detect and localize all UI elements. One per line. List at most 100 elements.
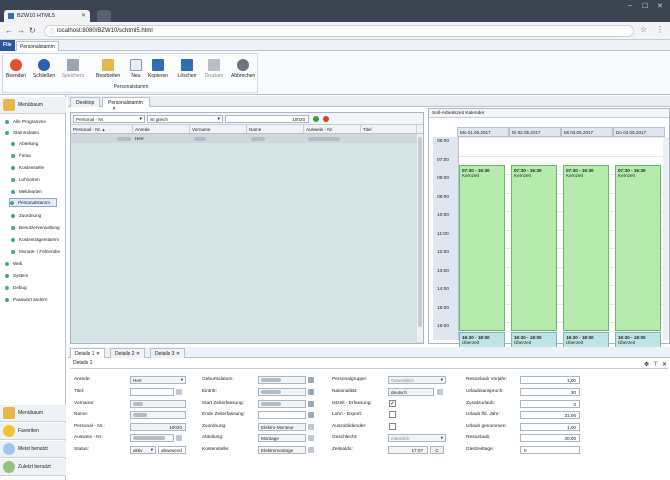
url-input[interactable]: ⓘ localhost:8080/BZW10/schtml5.html [44, 25, 634, 37]
grid-scrollbar-thumb[interactable] [418, 137, 422, 327]
geburtsdatum-input[interactable] [258, 376, 306, 384]
eintritt-input[interactable] [258, 388, 306, 396]
pin-icon[interactable]: ⊤ [653, 361, 658, 368]
calendar-scrollbar[interactable] [663, 137, 669, 340]
footer-menu-tree[interactable]: Menübaum [0, 405, 66, 422]
urlaub-field[interactable]: 0 [520, 446, 580, 454]
search-icon[interactable] [308, 435, 314, 441]
name-input[interactable] [130, 411, 186, 419]
close-icon[interactable]: ✕ [81, 12, 86, 19]
ende-zeiterfassung-input[interactable] [258, 411, 306, 419]
forward-icon[interactable]: → [17, 26, 25, 35]
remove-filter-icon[interactable] [323, 116, 329, 122]
footer-favoriten[interactable]: Favoriten [0, 423, 66, 440]
nav-monats-fehleruebersicht[interactable]: Monats- / Fehlerübe [11, 247, 60, 256]
urlaub-field[interactable]: 1,00 [520, 423, 580, 431]
nav-benutzerverwaltung[interactable]: Benutzerverwaltung [11, 223, 60, 232]
loeschen-button[interactable]: Löschen [175, 59, 199, 79]
speichern-button[interactable]: Speichern [61, 59, 85, 79]
appointment-kernzeit[interactable]: 07:30 - 16:30 Kernzeit [459, 164, 505, 332]
kopieren-button[interactable]: Kopieren [146, 59, 170, 79]
status-select[interactable]: aktiv ▾ [130, 446, 156, 454]
zeitsaldo-input[interactable]: 17:07 [388, 446, 428, 454]
nav-passwort-aendern[interactable]: Passwort ändern [5, 295, 47, 304]
search-icon[interactable] [308, 424, 314, 430]
tab-details-3[interactable]: Details 3 ✕ [150, 348, 186, 358]
col-ausweis-nr[interactable]: Ausweis - Nr. [304, 125, 361, 134]
nav-stammdaten[interactable]: Stammdaten [5, 128, 39, 137]
col-personal-nr[interactable]: Personal - Nr. ▴ [71, 125, 133, 134]
reload-icon[interactable]: ↻ [29, 26, 36, 35]
search-icon[interactable] [437, 389, 443, 395]
col-name[interactable]: Name [247, 125, 304, 134]
nav-kostenstelle[interactable]: Kostenstelle [11, 163, 44, 172]
minimize-icon[interactable]: – [628, 2, 632, 9]
calendar-icon[interactable] [308, 412, 314, 418]
tab-details-1[interactable]: Details 1 ✕ [70, 348, 106, 358]
menu-icon[interactable]: ⋮ [656, 25, 664, 34]
nav-system[interactable]: System [5, 271, 28, 280]
abbrechen-button[interactable]: Abbrechen [231, 59, 255, 79]
lohn-export-checkbox[interactable] [389, 411, 396, 418]
urlaub-field[interactable]: 0 [520, 400, 580, 408]
col-anrede[interactable]: Anrede [133, 125, 190, 134]
beenden-button[interactable]: Beenden [4, 59, 28, 79]
tab-desktop[interactable]: Desktop [70, 97, 101, 107]
urlaub-field[interactable]: 1,00 [520, 376, 580, 384]
window-close-icon[interactable]: ✕ [657, 2, 663, 10]
bearbeiten-button[interactable]: Bearbeiten [96, 59, 120, 79]
search-icon[interactable] [176, 435, 182, 441]
auszubildender-checkbox[interactable] [389, 423, 396, 430]
titel-input[interactable] [130, 388, 174, 396]
browser-tab[interactable]: BZW10 HTML5 ✕ [4, 10, 90, 22]
col-vorname[interactable]: Vorname [190, 125, 247, 134]
abteilung-input[interactable]: Montage [258, 434, 306, 442]
nav-zuordnung[interactable]: Zuordnung [11, 211, 41, 220]
table-row[interactable]: Herr [71, 134, 423, 143]
istzeit-erfassung-checkbox[interactable]: ✓ [389, 400, 396, 407]
close-icon[interactable]: ✕ [662, 361, 667, 368]
zuordnung-input[interactable]: Elektro-Monteur [258, 423, 306, 431]
tab-details-2[interactable]: Details 2 ✕ [110, 348, 146, 358]
start-zeiterfassung-input[interactable] [258, 400, 306, 408]
appointment-kernzeit[interactable]: 07:30 - 16:30 Kernzeit [615, 164, 661, 332]
nav-web[interactable]: Web [5, 259, 22, 268]
neu-button[interactable]: Neu [124, 59, 148, 79]
maximize-icon[interactable]: ☐ [642, 2, 648, 10]
col-titel[interactable]: Titel [361, 125, 417, 134]
drucken-button[interactable]: Drucken [202, 59, 226, 79]
geschlecht-select[interactable]: männlich ▾ [388, 434, 446, 442]
urlaub-field[interactable]: 30 [520, 388, 580, 396]
nav-personalstamm[interactable]: Personalstamm [9, 198, 57, 207]
calendar-icon[interactable] [308, 401, 314, 407]
personalgruppe-select[interactable]: Gewerblich ▾ [388, 376, 446, 384]
star-icon[interactable]: ☆ [640, 25, 647, 34]
tab-personalstamm-main[interactable]: Personalstamm ✕ [102, 97, 150, 112]
nav-firma[interactable]: Firma [11, 151, 31, 160]
nav-lohnarten[interactable]: Lohnarten [11, 175, 40, 184]
add-filter-icon[interactable] [313, 116, 319, 122]
zeitsaldo-c-button[interactable]: C [430, 446, 444, 454]
tab-personalstamm[interactable]: Personalstamm [16, 41, 59, 51]
nationalitaet-input[interactable]: deutsch [388, 388, 434, 396]
anrede-select[interactable]: Herr ▾ [130, 376, 186, 384]
nav-kostentraegerstamm[interactable]: Kostenträgerstamm [11, 235, 59, 244]
schliessen-button[interactable]: Schließen [32, 59, 56, 79]
new-tab-button[interactable] [97, 10, 111, 22]
calendar-icon[interactable] [308, 389, 314, 395]
filter-value-input[interactable]: 10020 [225, 115, 309, 123]
nav-alle-programme[interactable]: Alle Programme [5, 117, 46, 126]
search-icon[interactable] [308, 447, 314, 453]
back-icon[interactable]: ← [5, 26, 13, 35]
calendar-icon[interactable] [308, 377, 314, 383]
appointment-kernzeit[interactable]: 07:30 - 16:30 Kernzeit [511, 164, 557, 332]
tab-file[interactable]: File [0, 40, 15, 51]
ausweis-nr-input[interactable] [130, 434, 174, 442]
nav-meldearten[interactable]: Meldearten [11, 187, 42, 196]
filter-field-select[interactable]: Personal - Nr. ▾ [73, 115, 145, 123]
menu-tree-header[interactable]: Menübaum [0, 97, 66, 114]
urlaub-field[interactable]: 30,00 [520, 434, 580, 442]
kostenstelle-input[interactable]: Elektromontage [258, 446, 306, 454]
footer-meist-benutzt[interactable]: Meist benutzt [0, 441, 66, 458]
move-icon[interactable]: ✥ [644, 361, 649, 368]
